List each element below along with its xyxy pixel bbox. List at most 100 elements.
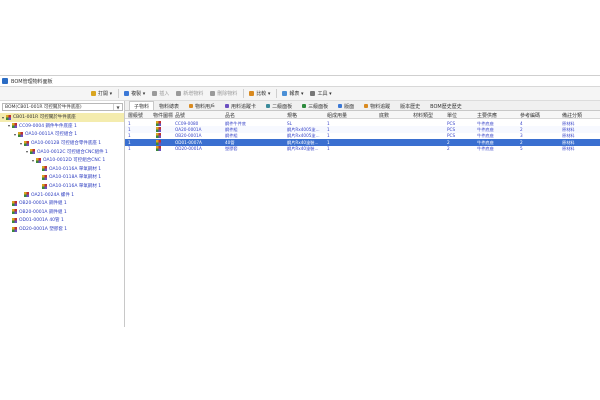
table-cell-unit: PCS	[447, 133, 456, 139]
column-header[interactable]: 品名	[225, 112, 235, 119]
bom-item-icon	[12, 123, 17, 129]
tree-node[interactable]: ▾ CC09-0004 鋼件牛件底座 1	[0, 122, 124, 131]
tree-node[interactable]: ▾ OA10-0012C 可控組合CNC組件 1	[0, 147, 124, 156]
tools-icon	[310, 91, 316, 96]
toolbar-button-label: 打開 ▾	[98, 91, 113, 97]
toolbar-button-2: 插入	[149, 89, 172, 99]
bom-item-icon	[12, 217, 17, 223]
material-icon	[156, 120, 161, 126]
tab-label: 物料用戶	[195, 103, 216, 110]
material-table: 1 CC09-0080 鋼件牛件底 SL 1 PCS 牛件底座 4 原材料 1 OA20-0001A…	[125, 120, 600, 152]
tree-node[interactable]: ▾ OA10-0012B 可控組合零件底座 1	[0, 139, 124, 148]
toolbar-button-label: 插入	[159, 91, 170, 97]
table-cell-note: 原材料	[562, 146, 575, 152]
tree-node-label: OA10-0116A 單氧鋼材 1	[49, 166, 102, 172]
toolbar-separator	[118, 89, 120, 98]
tab-5[interactable]: 三級面板	[297, 101, 333, 110]
table-cell-qty: 1	[327, 146, 330, 152]
column-header[interactable]: 材料類型	[413, 112, 433, 119]
column-header[interactable]: 物件圖標	[153, 112, 173, 119]
column-header[interactable]: 底數	[379, 112, 389, 119]
material-icon	[156, 139, 161, 145]
tab-7[interactable]: 物料追蹤	[359, 101, 395, 110]
table-cell-supply: 牛件底座	[477, 146, 494, 152]
column-header[interactable]: 組成用量	[327, 112, 347, 119]
tree-node[interactable]: OD20-0001A 塑膠套 1	[0, 225, 124, 234]
tree-node[interactable]: OA10-0116A 單氧鋼材 1	[0, 182, 124, 191]
folder-icon	[91, 91, 96, 96]
tab-label: 二級面板	[272, 103, 293, 110]
tree-node-label: OA10-0116A 單氧鋼材 1	[49, 184, 102, 190]
column-header[interactable]: 主要供應	[477, 112, 497, 119]
toolbar-button-0[interactable]: 打開 ▾	[88, 89, 115, 99]
tree-node[interactable]: OB20-0001A 鋼件組 1	[0, 208, 124, 217]
table-cell-code: OD20-0001A	[175, 146, 202, 152]
tree-node-label: OA10-0012C 可控組合CNC組件 1	[37, 149, 108, 155]
tree-node[interactable]: OA21-0024A 螺件 1	[0, 190, 124, 199]
table-row[interactable]: 1 OD20-0001A 塑膠套 鋼片Rx40塗裝... 1 2 牛件底座 5 原材料	[125, 146, 600, 152]
bom-item-icon	[36, 157, 41, 163]
toolbar-button-1[interactable]: 複製 ▾	[121, 89, 148, 99]
toolbar: 打開 ▾ 複製 ▾ 插入 新增物料 刪除物料 比較 ▾ 報表 ▾ 工具 ▾	[0, 87, 600, 101]
tab-bar: 子物料 物料總表 物料用戶 用料追蹤卡 二級面板 三級面板 版面 物料追蹤 版本歷史 BOM歷史歷…	[125, 101, 600, 111]
tree-node-label: OA10-0011A 可控組合 1	[25, 132, 78, 138]
tab-label: 三級面板	[308, 103, 329, 110]
column-header[interactable]: 參考編碼	[520, 112, 540, 119]
tab-4[interactable]: 二級面板	[261, 101, 297, 110]
bom-tree-panel: BOM(CB01-001R 可控關於牛件底座) ▼ ▾ CB01-001R 可控關…	[0, 101, 125, 327]
tab-0[interactable]: 子物料	[129, 101, 155, 110]
table-cell-ref: 3	[520, 133, 523, 139]
chevron-down-icon[interactable]: ▼	[113, 104, 122, 110]
detail-panel: 子物料 物料總表 物料用戶 用料追蹤卡 二級面板 三級面板 版面 物料追蹤 版本歷史 BOM歷史歷…	[125, 101, 600, 327]
toolbar-button-6[interactable]: 報表 ▾	[279, 89, 306, 99]
tree-node-label: OA21-0024A 螺件 1	[31, 192, 75, 198]
table-cell-level: 1	[128, 146, 131, 152]
table-cell-ref: 2	[520, 126, 523, 132]
table-cell-level: 1	[128, 120, 131, 126]
tree-node[interactable]: OA10-0118A 單氧鋼材 1	[0, 173, 124, 182]
report-icon	[282, 91, 288, 96]
table-cell-code: OD01-0007A	[175, 139, 202, 145]
column-header[interactable]: 規格	[287, 112, 297, 119]
tab-9[interactable]: BOM歷史歷史	[425, 101, 467, 110]
column-header[interactable]: 單位	[447, 112, 457, 119]
column-header[interactable]: 品號	[175, 112, 185, 119]
tab-2[interactable]: 物料用戶	[184, 101, 220, 110]
delete-icon	[210, 91, 216, 96]
table-cell-name: 塑膠套	[225, 146, 238, 152]
table-cell-level: 1	[128, 133, 131, 139]
column-header[interactable]: 層級號	[128, 112, 143, 119]
bom-item-icon	[24, 192, 29, 198]
bom-item-icon	[42, 183, 47, 189]
bom-selector-combo[interactable]: BOM(CB01-001R 可控關於牛件底座) ▼	[2, 103, 123, 111]
title-bar: BOM管理物料面板	[0, 76, 600, 87]
bom-item-icon	[24, 140, 29, 146]
table-cell-level: 1	[128, 139, 131, 145]
tree-node[interactable]: ▾ OA10-0012D 可控組合CNC 1	[0, 156, 124, 165]
table-cell-unit: 2	[447, 139, 450, 145]
compare-icon	[249, 91, 255, 96]
tab-3[interactable]: 用料追蹤卡	[220, 101, 261, 110]
tree-node[interactable]: ▾ OA10-0011A 可控組合 1	[0, 130, 124, 139]
tree-node[interactable]: ▾ CB01-001R 可控關於牛件底座	[0, 113, 124, 122]
tree-node-label: OA10-0118A 單氧鋼材 1	[49, 175, 102, 181]
toolbar-button-5[interactable]: 比較 ▾	[246, 89, 273, 99]
table-cell-unit: 2	[447, 146, 450, 152]
tree-node-label: OB20-0001A 鋼件組 1	[19, 209, 67, 215]
toolbar-button-label: 報表 ▾	[289, 91, 304, 97]
tab-label: BOM歷史歷史	[430, 103, 462, 110]
column-header[interactable]: 備註分類	[562, 112, 582, 119]
tab-1[interactable]: 物料總表	[154, 101, 184, 110]
tab-6[interactable]: 版面	[333, 101, 359, 110]
tree-node-label: OA10-0012D 可控組合CNC 1	[43, 158, 106, 164]
tree-node[interactable]: OA10-0116A 單氧鋼材 1	[0, 165, 124, 174]
tree-node[interactable]: OD01-0001A 40管 1	[0, 216, 124, 225]
app-icon	[2, 78, 8, 84]
table-header: 層級號 物件圖標 品號 品名 規格 組成用量 底數 材料類型 單位 主要供應 參考編碼 備註分類	[125, 111, 600, 119]
toolbar-button-7[interactable]: 工具 ▾	[307, 89, 334, 99]
tree-node[interactable]: OB20-0001A 鋼件組 1	[0, 199, 124, 208]
table-cell-qty: 1	[327, 120, 330, 126]
tab-8[interactable]: 版本歷史	[395, 101, 425, 110]
table-cell-code: OB20-0001A	[175, 133, 202, 139]
toolbar-separator	[243, 89, 245, 98]
